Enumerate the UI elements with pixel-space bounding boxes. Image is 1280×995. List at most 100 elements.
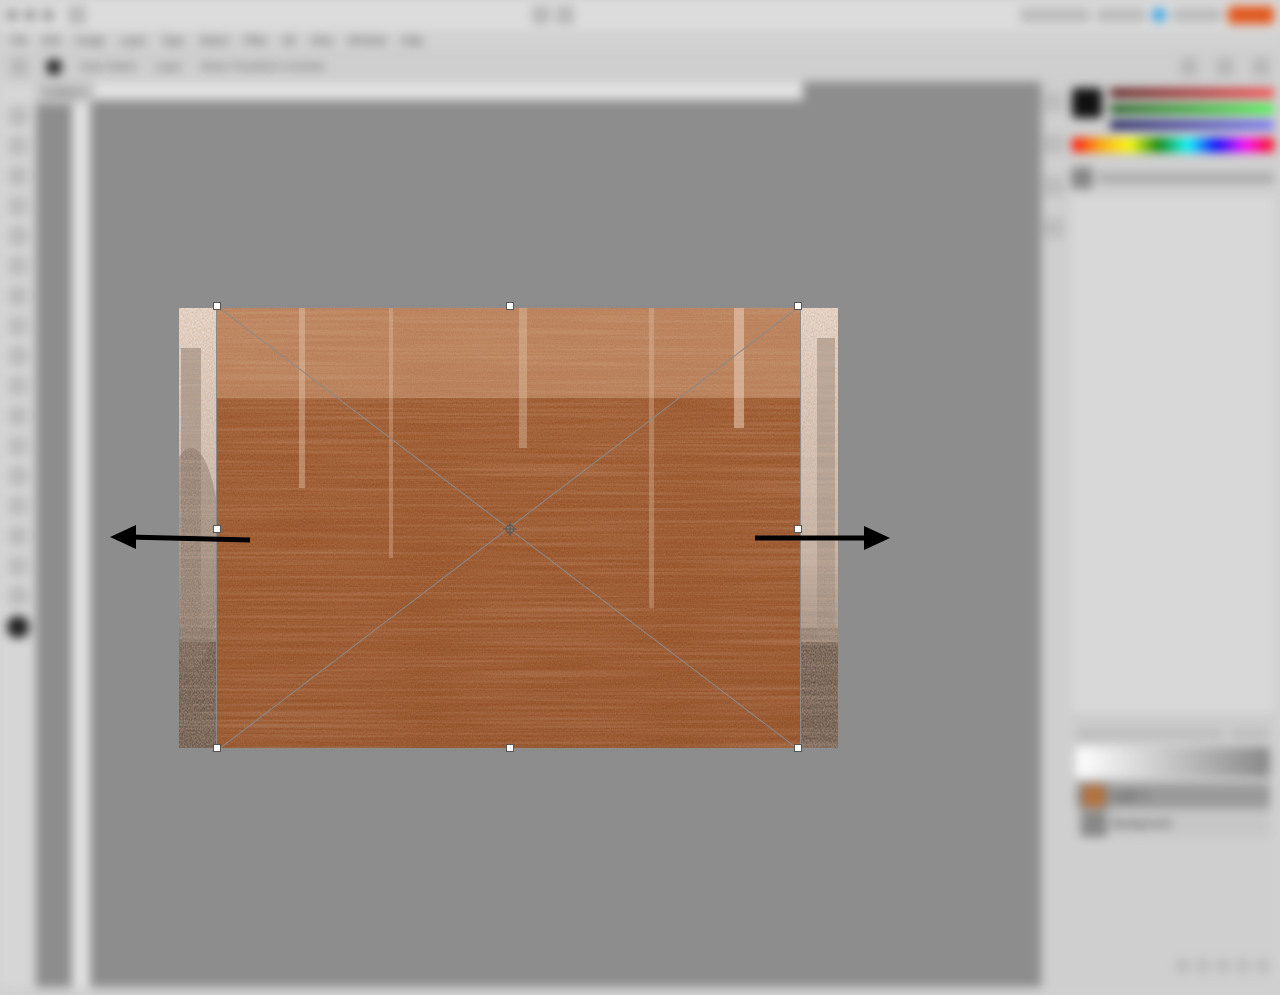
menu-item[interactable]: Image [75, 35, 106, 47]
layer-row[interactable]: Background [1076, 811, 1270, 837]
window-controls[interactable] [6, 9, 54, 21]
transform-handle-nw[interactable] [213, 302, 221, 310]
panel-icon[interactable] [1044, 92, 1064, 112]
opacity-field[interactable] [1230, 729, 1270, 739]
marquee-tool-icon[interactable] [8, 136, 28, 156]
panel-icon[interactable] [1044, 134, 1064, 154]
menu-item[interactable]: Help [401, 35, 424, 47]
transform-handle-ne[interactable] [794, 302, 802, 310]
properties-panel[interactable] [1072, 196, 1274, 712]
menu-item[interactable]: File [10, 35, 28, 47]
layer-thumb-icon [1082, 812, 1106, 836]
transform-handle-s[interactable] [506, 744, 514, 752]
options-bar[interactable]: Auto-Select Layer Show Transform Control… [0, 52, 1280, 82]
search-box[interactable] [1020, 8, 1090, 22]
menu-item[interactable]: Layer [119, 35, 147, 47]
histogram-icon [1076, 747, 1270, 777]
type-tool-icon[interactable] [8, 466, 28, 486]
color-slider-b[interactable] [1110, 120, 1274, 130]
brush-tool-icon[interactable] [8, 286, 28, 306]
close-button[interactable] [1228, 6, 1274, 24]
color-slider-r[interactable] [1110, 88, 1274, 98]
menu-item[interactable]: 3D [282, 35, 296, 47]
transform-handle-n[interactable] [506, 302, 514, 310]
align-icon[interactable] [1252, 58, 1270, 76]
transform-handle-sw[interactable] [213, 744, 221, 752]
menu-item[interactable]: Edit [42, 35, 61, 47]
blend-mode-select[interactable] [1076, 729, 1224, 739]
ruler-vertical [72, 100, 90, 987]
link-layers-icon[interactable] [1176, 959, 1190, 973]
menu-item[interactable]: Type [161, 35, 185, 47]
color-panel[interactable] [1072, 88, 1274, 130]
foreground-color-swatch[interactable] [46, 59, 62, 75]
menu-item[interactable]: Window [347, 35, 386, 47]
dodge-tool-icon[interactable] [8, 436, 28, 456]
color-slider-g[interactable] [1110, 104, 1274, 114]
transform-handle-e[interactable] [794, 525, 802, 533]
options-item[interactable]: Layer [155, 61, 183, 73]
transform-diagonals [217, 306, 800, 750]
transform-center-icon[interactable] [503, 522, 517, 536]
transform-bounding-box[interactable] [216, 305, 801, 751]
move-tool-icon[interactable] [8, 106, 28, 126]
layer-name[interactable]: Background [1112, 818, 1171, 830]
menu-item[interactable]: View [310, 35, 334, 47]
color-swatch-icon[interactable] [7, 616, 29, 638]
transform-handle-se[interactable] [794, 744, 802, 752]
eyedropper-tool-icon[interactable] [8, 256, 28, 276]
workspace-switcher[interactable] [1096, 8, 1146, 22]
hand-tool-icon[interactable] [8, 556, 28, 576]
align-icon[interactable] [1180, 58, 1198, 76]
layer-thumb-icon [1082, 784, 1106, 808]
status-bar [0, 987, 1280, 995]
layers-footer[interactable] [1076, 959, 1270, 977]
transform-handle-w[interactable] [213, 525, 221, 533]
crop-tool-icon[interactable] [8, 226, 28, 246]
options-item[interactable]: Show Transform Controls [200, 61, 324, 73]
spectrum-picker[interactable] [1072, 138, 1274, 152]
menu-item[interactable]: Select [199, 35, 230, 47]
eraser-tool-icon[interactable] [8, 346, 28, 366]
title-bar [0, 0, 1280, 30]
shape-tool-icon[interactable] [8, 526, 28, 546]
mini-layer-row[interactable] [1072, 168, 1274, 188]
options-item[interactable]: Auto-Select [80, 61, 137, 73]
document-tab[interactable]: Untitled-1 [36, 82, 95, 104]
color-preview-swatch[interactable] [1072, 88, 1102, 118]
document-tab-label: Untitled-1 [42, 87, 89, 99]
menu-bar[interactable]: File Edit Image Layer Type Select Filter… [0, 30, 1280, 52]
toolbar-icon[interactable] [556, 6, 574, 24]
trash-icon[interactable] [1256, 959, 1270, 973]
blur-tool-icon[interactable] [8, 406, 28, 426]
lasso-tool-icon[interactable] [8, 166, 28, 186]
minimize-window-icon[interactable] [24, 9, 36, 21]
menu-item[interactable]: Filter [243, 35, 267, 47]
unknown-button[interactable] [1172, 8, 1222, 22]
app-logo-icon [68, 6, 86, 24]
align-icon[interactable] [1216, 58, 1234, 76]
panel-icon[interactable] [1044, 176, 1064, 196]
gradient-tool-icon[interactable] [8, 376, 28, 396]
new-layer-icon[interactable] [1236, 959, 1250, 973]
close-window-icon[interactable] [6, 9, 18, 21]
tools-panel[interactable] [0, 82, 36, 987]
pen-tool-icon[interactable] [8, 496, 28, 516]
mini-label [1098, 173, 1274, 183]
cloud-icon[interactable] [1152, 8, 1166, 22]
layer-row[interactable]: Layer 1 [1076, 783, 1270, 809]
stamp-tool-icon[interactable] [8, 316, 28, 336]
mask-icon[interactable] [1216, 959, 1230, 973]
panel-icon[interactable] [1044, 218, 1064, 238]
maximize-window-icon[interactable] [42, 9, 54, 21]
right-panels: Layer 1 Background [1041, 82, 1280, 987]
collapsed-panel-icons[interactable] [1042, 82, 1066, 987]
zoom-tool-icon[interactable] [8, 586, 28, 606]
layer-name[interactable]: Layer 1 [1112, 790, 1149, 802]
wand-tool-icon[interactable] [8, 196, 28, 216]
fx-icon[interactable] [1196, 959, 1210, 973]
tool-preset-icon[interactable] [10, 58, 28, 76]
ruler-horizontal [72, 82, 803, 100]
layers-panel[interactable]: Layer 1 Background [1072, 720, 1274, 981]
toolbar-icon[interactable] [532, 6, 550, 24]
